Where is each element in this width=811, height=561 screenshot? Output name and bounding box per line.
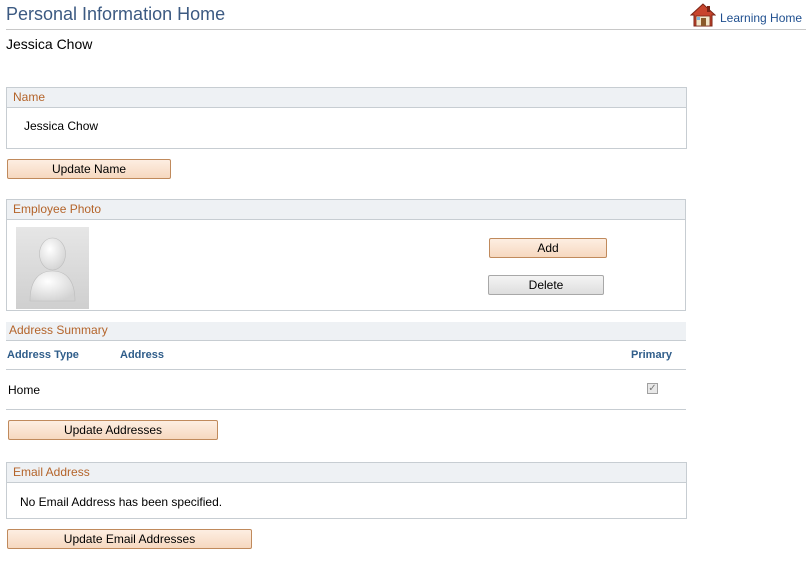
- page-title: Personal Information Home: [6, 4, 226, 24]
- name-section-heading: Name: [7, 88, 686, 108]
- column-header-address[interactable]: Address: [120, 349, 164, 361]
- address-type-cell: Home: [8, 383, 41, 397]
- address-summary-header-bar: [6, 322, 686, 340]
- name-section: Name Jessica Chow: [6, 87, 687, 149]
- learning-home-label[interactable]: Learning Home: [720, 11, 802, 25]
- address-header-divider: [6, 340, 686, 341]
- update-addresses-button[interactable]: Update Addresses: [8, 420, 218, 440]
- name-value: Jessica Chow: [24, 119, 99, 133]
- employee-photo-heading: Employee Photo: [7, 200, 685, 220]
- employee-name: Jessica Chow: [6, 36, 93, 52]
- house-icon: [689, 3, 717, 30]
- address-row-divider: [6, 409, 686, 410]
- person-silhouette-icon: [16, 227, 89, 312]
- update-email-addresses-button[interactable]: Update Email Addresses: [7, 529, 252, 549]
- update-name-button[interactable]: Update Name: [7, 159, 171, 179]
- column-header-address-type[interactable]: Address Type: [7, 349, 79, 361]
- email-address-section: Email Address No Email Address has been …: [6, 462, 687, 519]
- learning-home-link[interactable]: Learning Home: [689, 3, 802, 30]
- address-summary-title: Address Summary: [9, 323, 108, 337]
- column-header-primary[interactable]: Primary: [631, 349, 672, 361]
- address-columns-divider: [6, 369, 686, 370]
- primary-checkbox[interactable]: ✓: [647, 383, 658, 394]
- add-photo-button[interactable]: Add: [489, 238, 607, 258]
- no-email-message: No Email Address has been specified.: [20, 495, 223, 509]
- title-divider: [6, 29, 806, 30]
- delete-photo-button[interactable]: Delete: [488, 275, 604, 295]
- email-address-heading: Email Address: [7, 463, 686, 483]
- checkmark-icon: ✓: [648, 382, 657, 394]
